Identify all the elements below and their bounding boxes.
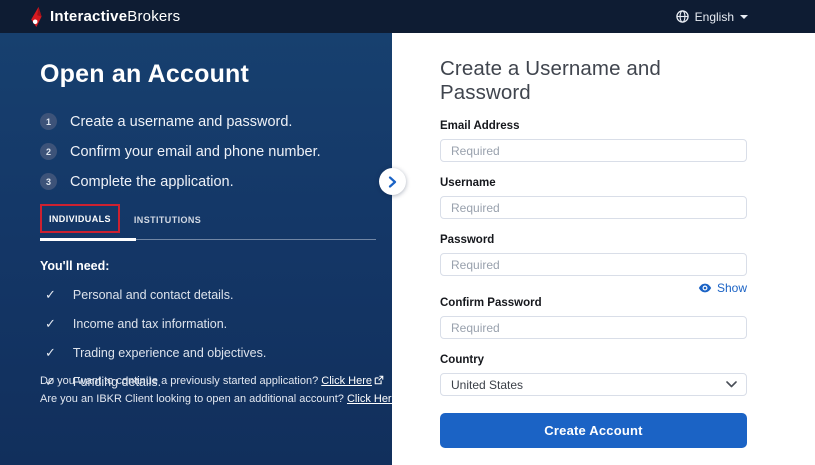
language-selector[interactable]: English — [675, 9, 748, 24]
password-label: Password — [440, 234, 495, 246]
additional-account-question: Are you an IBKR Client looking to open a… — [40, 392, 347, 405]
signup-form-panel: Create a Username and Password Email Add… — [392, 33, 815, 465]
ibkr-flame-icon — [31, 6, 42, 27]
step-text: Create a username and password. — [70, 113, 293, 130]
top-navigation-bar: InteractiveBrokers English — [0, 0, 815, 33]
info-sidebar: Open an Account 1 Create a username and … — [0, 33, 410, 465]
brand-regular: Brokers — [127, 8, 181, 25]
step-item-3: 3 Complete the application. — [40, 173, 362, 190]
list-item: ✓ Personal and contact details. — [40, 288, 362, 302]
tab-individuals[interactable]: INDIVIDUALS — [40, 204, 120, 233]
email-label: Email Address — [440, 120, 520, 132]
account-type-tabs: INDIVIDUALS INSTITUTIONS — [40, 204, 376, 241]
step-item-2: 2 Confirm your email and phone number. — [40, 143, 362, 160]
additional-account-link[interactable]: Click Here — [347, 393, 398, 405]
show-password-label: Show — [716, 281, 747, 295]
username-label: Username — [440, 177, 496, 189]
step-item-1: 1 Create a username and password. — [40, 113, 362, 130]
steps-list: 1 Create a username and password. 2 Conf… — [40, 113, 362, 190]
tab-individuals-label: INDIVIDUALS — [49, 214, 111, 224]
list-item: ✓ Income and tax information. — [40, 317, 362, 331]
country-select[interactable]: United States — [440, 373, 747, 396]
sidebar-collapse-button[interactable] — [379, 168, 406, 195]
email-field[interactable] — [440, 139, 747, 162]
password-field[interactable] — [440, 253, 747, 276]
external-link-icon — [374, 375, 384, 385]
confirm-password-field[interactable] — [440, 316, 747, 339]
list-item: ✓ Trading experience and objectives. — [40, 346, 362, 360]
checkmark-icon: ✓ — [45, 287, 56, 302]
account-open-page: InteractiveBrokers English Open an Accou… — [0, 0, 815, 465]
country-label: Country — [440, 354, 485, 366]
language-label: English — [694, 9, 734, 24]
checkmark-icon: ✓ — [45, 345, 56, 360]
footer-links: Do you want to continue a previously sta… — [40, 373, 410, 408]
globe-icon — [675, 10, 689, 23]
step-number-badge: 1 — [40, 113, 57, 130]
show-password-toggle[interactable]: Show — [440, 281, 747, 295]
step-number-badge: 3 — [40, 173, 57, 190]
eye-icon — [698, 283, 712, 293]
form-title: Create a Username and Password — [440, 57, 661, 104]
create-account-button[interactable]: Create Account — [440, 413, 747, 448]
step-text: Complete the application. — [70, 173, 234, 190]
checkmark-icon: ✓ — [45, 316, 56, 331]
external-link-icon — [400, 393, 410, 402]
page-title: Open an Account — [40, 60, 250, 88]
interactive-brokers-logo[interactable]: InteractiveBrokers — [28, 6, 180, 27]
chevron-down-icon — [726, 381, 737, 388]
continue-application-line: Do you want to continue a previously sta… — [40, 373, 410, 391]
continue-application-question: Do you want to continue a previously sta… — [40, 375, 322, 387]
chevron-down-icon — [740, 15, 748, 19]
tab-institutions[interactable]: INSTITUTIONS — [134, 210, 201, 228]
continue-application-link[interactable]: Click Here — [321, 375, 372, 387]
need-text: Trading experience and objectives. — [72, 346, 267, 360]
need-text: Personal and contact details. — [72, 288, 234, 302]
step-text: Confirm your email and phone number. — [70, 143, 321, 160]
brand-name: InteractiveBrokers — [50, 8, 180, 25]
step-number-badge: 2 — [40, 143, 57, 160]
additional-account-line: Are you an IBKR Client looking to open a… — [40, 391, 410, 409]
tab-institutions-label: INSTITUTIONS — [133, 214, 202, 225]
chevron-right-icon — [388, 175, 397, 188]
brand-bold: Interactive — [50, 8, 128, 25]
active-tab-indicator — [40, 238, 136, 241]
confirm-password-label: Confirm Password — [440, 297, 542, 309]
need-text: Income and tax information. — [72, 317, 228, 331]
username-field[interactable] — [440, 196, 747, 219]
country-selected-value: United States — [451, 377, 524, 392]
needs-title: You'll need: — [40, 259, 110, 273]
